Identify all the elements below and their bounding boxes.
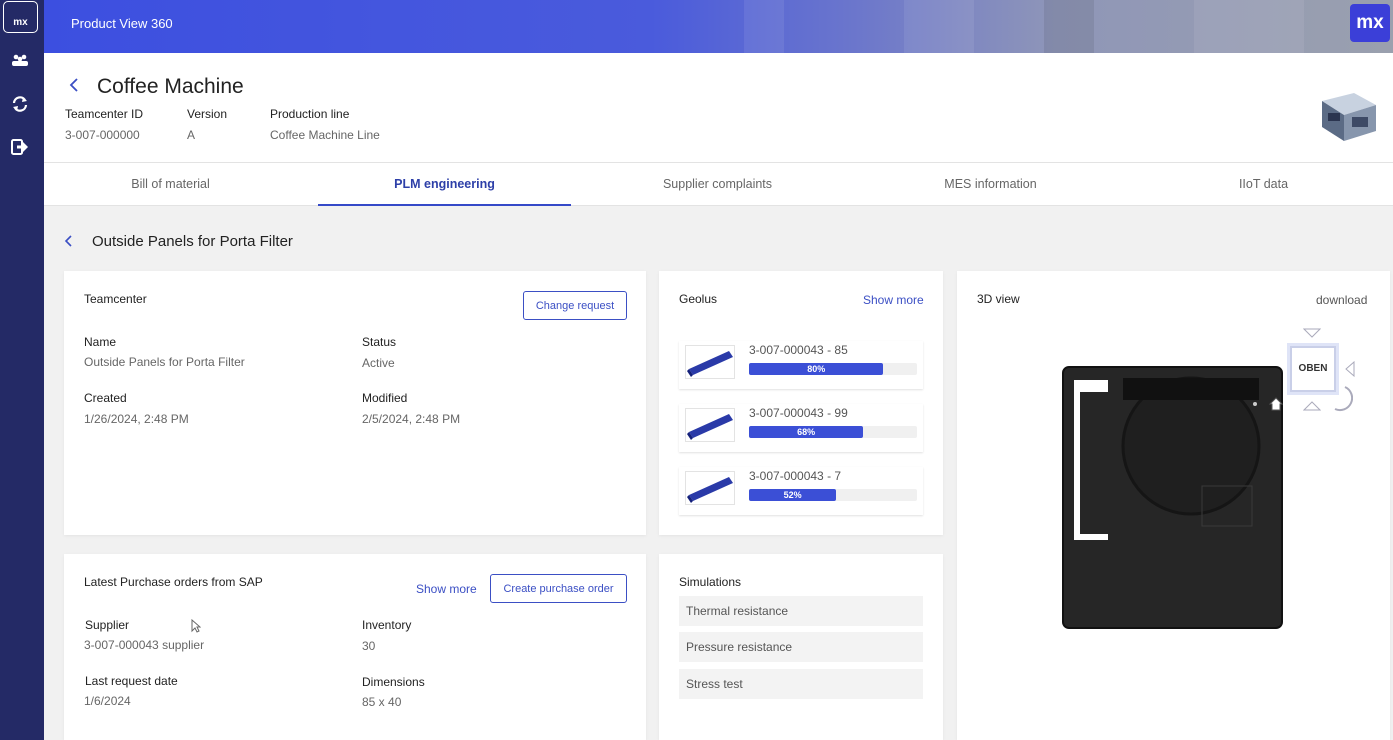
simulation-item[interactable]: Thermal resistance: [679, 596, 923, 626]
field-label: Name: [84, 335, 117, 349]
tab-bar: Bill of material PLM engineering Supplie…: [44, 162, 1393, 206]
part-thumbnail: [685, 471, 735, 505]
change-request-button[interactable]: Change request: [523, 291, 627, 320]
geolus-item[interactable]: 3-007-000043 - 85 80%: [679, 341, 923, 389]
teamcenter-card: Teamcenter Change request Name Outside P…: [64, 271, 646, 535]
geolus-item[interactable]: 3-007-000043 - 7 52%: [679, 467, 923, 515]
similarity-bar: 52%: [749, 489, 917, 501]
field-label: Last request date: [85, 674, 178, 688]
product-thumbnail: [1322, 93, 1376, 141]
card-title: Teamcenter: [84, 292, 147, 306]
geolus-item[interactable]: 3-007-000043 - 99 68%: [679, 404, 923, 452]
app-logo[interactable]: mx: [3, 1, 38, 33]
similarity-bar: 80%: [749, 363, 917, 375]
meta-value: A: [187, 128, 196, 142]
similarity-fill: 80%: [749, 363, 884, 375]
view-down-arrow-icon[interactable]: [1303, 401, 1321, 411]
meta-value: Coffee Machine Line: [270, 128, 380, 142]
field-label: Status: [362, 335, 397, 349]
create-purchase-order-button[interactable]: Create purchase order: [490, 574, 627, 603]
similarity-fill: 68%: [749, 426, 864, 438]
field-value: 3-007-000043 supplier: [84, 638, 205, 652]
field-value: 30: [362, 639, 376, 653]
logout-icon[interactable]: [9, 136, 31, 158]
tab-bill-of-material[interactable]: Bill of material: [44, 163, 297, 206]
app-title: Product View 360: [71, 16, 173, 31]
back-chevron-icon[interactable]: [68, 77, 80, 98]
view-up-arrow-icon[interactable]: [1303, 328, 1321, 338]
card-title: Geolus: [679, 292, 718, 306]
field-value: 2/5/2024, 2:48 PM: [362, 412, 461, 426]
section-back-icon[interactable]: [64, 234, 74, 253]
product-header: Coffee Machine Teamcenter ID 3-007-00000…: [44, 53, 1393, 162]
card-title: 3D view: [977, 292, 1020, 306]
simulation-item[interactable]: Pressure resistance: [679, 632, 923, 662]
top-header: Product View 360 mx: [44, 0, 1393, 53]
similarity-bar: 68%: [749, 426, 917, 438]
meta-teamcenter-id: Teamcenter ID 3-007-000000: [65, 107, 143, 142]
brand-badge[interactable]: mx: [1350, 4, 1390, 42]
product-name: Coffee Machine: [97, 75, 244, 98]
home-view-icon[interactable]: [1269, 397, 1283, 411]
meta-key: Teamcenter ID: [65, 107, 144, 121]
meta-value: 3-007-000000: [65, 128, 140, 142]
field-label: Inventory: [362, 618, 412, 632]
tab-supplier-complaints[interactable]: Supplier complaints: [591, 163, 844, 206]
meta-production-line: Production line Coffee Machine Line: [270, 107, 380, 142]
field-value: 1/26/2024, 2:48 PM: [84, 412, 189, 426]
people-icon[interactable]: [9, 50, 31, 72]
view-right-arrow-icon[interactable]: [1345, 361, 1355, 377]
download-link[interactable]: download: [1316, 293, 1367, 307]
field-value: Active: [362, 356, 395, 370]
similarity-fill: 52%: [749, 489, 837, 501]
geolus-item-name: 3-007-000043 - 7: [749, 469, 842, 483]
field-value: 1/6/2024: [84, 694, 131, 708]
tab-plm-engineering[interactable]: PLM engineering: [318, 163, 571, 206]
field-label: Dimensions: [362, 675, 425, 689]
tab-mes-information[interactable]: MES information: [864, 163, 1117, 206]
sync-icon[interactable]: [9, 93, 31, 115]
section-title: Outside Panels for Porta Filter: [92, 233, 293, 250]
part-thumbnail: [685, 408, 735, 442]
geolus-item-name: 3-007-000043 - 99: [749, 406, 848, 420]
purchase-show-more-link[interactable]: Show more: [416, 582, 477, 596]
field-value: 85 x 40: [362, 695, 402, 709]
card-title: Latest Purchase orders from SAP: [84, 575, 263, 589]
meta-version: Version A: [187, 107, 227, 142]
meta-key: Version: [187, 107, 228, 121]
field-label: Modified: [362, 391, 408, 405]
model-viewport[interactable]: [1062, 366, 1284, 630]
tab-iiot-data[interactable]: IIoT data: [1137, 163, 1390, 206]
geolus-show-more-link[interactable]: Show more: [863, 293, 924, 307]
meta-key: Production line: [270, 107, 350, 121]
field-label: Supplier: [85, 618, 130, 632]
simulation-item[interactable]: Stress test: [679, 669, 923, 699]
view3d-card: 3D view download OBEN: [957, 271, 1390, 740]
geolus-item-name: 3-007-000043 - 85: [749, 343, 848, 357]
field-value: Outside Panels for Porta Filter: [84, 355, 245, 369]
simulations-card: Simulations Thermal resistance Pressure …: [659, 554, 943, 740]
card-title: Simulations: [679, 575, 742, 589]
purchase-orders-card: Latest Purchase orders from SAP Show mor…: [64, 554, 646, 740]
field-label: Created: [84, 391, 127, 405]
part-thumbnail: [685, 345, 735, 379]
geolus-card: Geolus Show more 3-007-000043 - 85 80% 3…: [659, 271, 943, 535]
mouse-cursor-icon: [191, 619, 201, 633]
app-rail: mx: [0, 0, 44, 740]
view-rotate-icon[interactable]: [1327, 383, 1353, 413]
